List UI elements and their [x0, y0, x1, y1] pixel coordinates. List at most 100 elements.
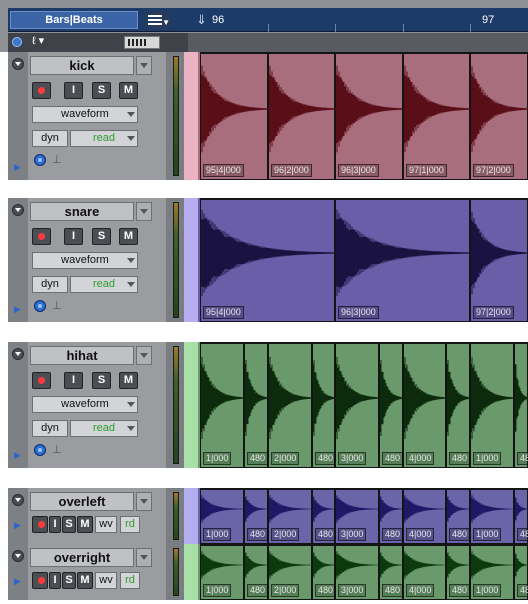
input-monitor-button[interactable]: I — [49, 516, 61, 533]
volume-icon[interactable] — [34, 444, 46, 456]
audio-clip[interactable]: 3|000 — [335, 544, 380, 600]
solo-button[interactable]: S — [62, 516, 76, 533]
track-playlist[interactable]: 95|4|000 96|2|000 96|3|000 97|1|000 97|2|000 — [184, 52, 528, 180]
track-name[interactable]: snare — [30, 202, 134, 221]
view-size-button[interactable] — [124, 36, 160, 49]
audio-clip[interactable]: 480 — [446, 488, 471, 544]
track-view-select[interactable]: wv — [95, 516, 117, 533]
audio-clip[interactable]: 97|2|000 — [470, 52, 528, 180]
mute-button[interactable]: M — [119, 82, 138, 99]
audio-clip[interactable]: 480 — [446, 342, 471, 468]
automation-mode-label[interactable]: dyn — [32, 130, 68, 147]
audio-clip[interactable]: 1|000 — [200, 488, 245, 544]
audio-clip[interactable]: 480 — [244, 342, 269, 468]
audio-clip[interactable]: 48 — [514, 544, 528, 600]
audio-clip[interactable]: 480 — [379, 544, 404, 600]
pan-icon[interactable]: ⊥ — [52, 153, 62, 166]
audio-clip[interactable]: 96|3|000 — [335, 52, 404, 180]
track-name[interactable]: overright — [30, 548, 134, 567]
audio-clip[interactable]: 2|000 — [268, 342, 313, 468]
automation-mode-label[interactable]: dyn — [32, 276, 68, 293]
playhead-icon[interactable]: ⇓ — [196, 12, 207, 28]
record-enable-icon[interactable] — [12, 37, 22, 47]
track-view-select[interactable]: waveform — [32, 252, 138, 269]
audio-clip[interactable]: 1|000 — [470, 342, 515, 468]
track-name-dropdown[interactable] — [136, 492, 152, 511]
track-view-select[interactable]: waveform — [32, 106, 138, 123]
audio-clip[interactable]: 4|000 — [403, 544, 447, 600]
automation-mode-label[interactable]: dyn — [32, 420, 68, 437]
audio-clip[interactable]: 480 — [312, 342, 337, 468]
solo-button[interactable]: S — [92, 372, 111, 389]
solo-button[interactable]: S — [92, 82, 111, 99]
track-name-dropdown[interactable] — [136, 202, 152, 221]
audio-clip[interactable]: 3|000 — [335, 342, 380, 468]
volume-icon[interactable] — [34, 154, 46, 166]
track-name-dropdown[interactable] — [136, 56, 152, 75]
record-enable-button[interactable] — [32, 572, 48, 589]
input-monitor-button[interactable]: I — [64, 372, 83, 389]
audio-clip[interactable]: 480 — [244, 544, 269, 600]
audio-clip[interactable]: 1|000 — [470, 544, 515, 600]
audio-clip[interactable]: 4|000 — [403, 342, 447, 468]
audio-clip[interactable]: 3|000 — [335, 488, 380, 544]
audio-clip[interactable]: 95|4|000 — [200, 52, 269, 180]
expand-icon[interactable]: ▶ — [14, 304, 21, 315]
mute-button[interactable]: M — [119, 372, 138, 389]
audio-clip[interactable]: 97|2|000 — [470, 198, 528, 322]
track-view-select[interactable]: waveform — [32, 396, 138, 413]
track-playlist[interactable]: 1|000 480 2|000 480 3|000 480 4|000 480 1|000 48 — [184, 544, 528, 600]
audio-clip[interactable]: 96|2|000 — [268, 52, 336, 180]
audio-clip[interactable]: 480 — [379, 342, 404, 468]
track-collapse-icon[interactable] — [12, 348, 24, 360]
audio-clip[interactable]: 480 — [379, 488, 404, 544]
track-view-select[interactable]: wv — [95, 572, 117, 589]
expand-icon[interactable]: ▶ — [14, 450, 21, 461]
mute-button[interactable]: M — [77, 516, 93, 533]
audio-clip[interactable]: 96|3|000 — [335, 198, 471, 322]
record-enable-button[interactable] — [32, 516, 48, 533]
audio-clip[interactable]: 4|000 — [403, 488, 447, 544]
record-enable-button[interactable] — [32, 228, 51, 245]
pan-icon[interactable]: ⊥ — [52, 299, 62, 312]
ruler-name-label[interactable]: Bars|Beats — [10, 11, 138, 29]
automation-read-select[interactable]: rd — [120, 572, 140, 589]
audio-clip[interactable]: 1|000 — [200, 544, 245, 600]
expand-icon[interactable]: ▶ — [14, 576, 21, 587]
input-monitor-button[interactable]: I — [49, 572, 61, 589]
solo-button[interactable]: S — [92, 228, 111, 245]
audio-clip[interactable]: 480 — [446, 544, 471, 600]
track-name[interactable]: kick — [30, 56, 134, 75]
automation-read-select[interactable]: read — [70, 420, 138, 437]
automation-read-select[interactable]: read — [70, 130, 138, 147]
audio-clip[interactable]: 480 — [312, 544, 337, 600]
audio-clip[interactable]: 480 — [312, 488, 337, 544]
pan-icon[interactable]: ⊥ — [52, 443, 62, 456]
audio-clip[interactable]: 95|4|000 — [200, 198, 336, 322]
track-collapse-icon[interactable] — [12, 494, 24, 506]
audio-clip[interactable]: 97|1|000 — [403, 52, 471, 180]
audio-clip[interactable]: 2|000 — [268, 544, 313, 600]
input-monitor-button[interactable]: I — [64, 228, 83, 245]
track-name-dropdown[interactable] — [136, 346, 152, 365]
automation-read-select[interactable]: rd — [120, 516, 140, 533]
audio-clip[interactable]: 2|000 — [268, 488, 313, 544]
track-collapse-icon[interactable] — [12, 550, 24, 562]
track-collapse-icon[interactable] — [12, 58, 24, 70]
track-name[interactable]: overleft — [30, 492, 134, 511]
smart-tool-icon[interactable]: ℓ ▾ — [32, 34, 44, 47]
track-name-dropdown[interactable] — [136, 548, 152, 567]
track-playlist[interactable]: 1|0004802|0004803|0004804|0004801|000480 — [184, 342, 528, 468]
audio-clip[interactable]: 1|000 — [470, 488, 515, 544]
audio-clip[interactable]: 48 — [514, 488, 528, 544]
track-playlist[interactable]: 95|4|000 96|3|000 97|2|000 — [184, 198, 528, 322]
record-enable-button[interactable] — [32, 82, 51, 99]
volume-icon[interactable] — [34, 300, 46, 312]
ruler-menu-button[interactable]: ▼ — [145, 11, 171, 29]
expand-icon[interactable]: ▶ — [14, 520, 21, 531]
mute-button[interactable]: M — [119, 228, 138, 245]
mute-button[interactable]: M — [77, 572, 93, 589]
track-collapse-icon[interactable] — [12, 204, 24, 216]
track-playlist[interactable]: 1|000 480 2|000 480 3|000 480 4|000 480 1|000 48 — [184, 488, 528, 544]
audio-clip[interactable]: 1|000 — [200, 342, 245, 468]
